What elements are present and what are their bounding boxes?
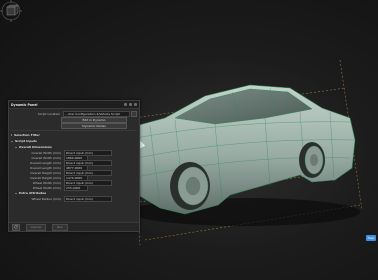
rear-wheel	[299, 142, 325, 178]
overall-dimensions-label: Overall Dimensions	[19, 145, 52, 149]
browse-icon[interactable]	[131, 111, 138, 117]
minimize-icon[interactable]	[124, 103, 127, 106]
collapse-icon	[15, 192, 17, 194]
collapse-icon	[15, 146, 17, 148]
selection-filter-label: Selection Filter	[14, 133, 40, 137]
dock-icon[interactable]	[129, 103, 132, 106]
close-icon[interactable]	[134, 103, 137, 106]
field-label: Overall Height (mm)	[30, 175, 61, 180]
field-label: Wheel Width (mm)	[32, 180, 61, 185]
dynamo-panel: Dynamic Panel Script Location .../Car Co…	[8, 100, 140, 232]
collapse-icon	[11, 140, 13, 142]
script-location-label: Script Location	[37, 112, 61, 116]
field-label: Overall Width (mm)	[31, 150, 61, 155]
front-wheel	[170, 162, 210, 210]
panel-header[interactable]: Dynamic Panel	[9, 101, 139, 109]
expand-icon	[11, 134, 12, 136]
field-label: Overall Width (mm)	[31, 155, 61, 160]
help-button[interactable]: Help	[366, 235, 376, 241]
field-label: Overall Length (mm)	[29, 165, 61, 170]
field-label: Wheel Width (mm)	[32, 185, 61, 190]
field-label: Overall Length (mm)	[29, 160, 61, 165]
nav-cube-icon[interactable]	[0, 0, 22, 22]
cancel-button[interactable]: Cancel	[26, 223, 47, 231]
wheel-width-input[interactable]: 235.0000	[64, 184, 88, 191]
script-inputs-label: Script Inputs	[15, 139, 37, 143]
extra-attributes-label: Extra Attributes	[19, 191, 47, 195]
dynamic-nodes-button[interactable]: Dynamic Nodes	[61, 123, 127, 129]
run-button[interactable]: Run	[52, 223, 68, 231]
wheel-radius-dropdown[interactable]: Direct input (mm)	[64, 195, 112, 202]
panel-footer: Cancel Run	[9, 222, 139, 231]
field-label: Overall Height (mm)	[30, 170, 61, 175]
refresh-icon[interactable]	[12, 223, 20, 231]
field-label: Wheel Radius (mm)	[31, 196, 61, 201]
panel-title: Dynamic Panel	[11, 102, 38, 107]
